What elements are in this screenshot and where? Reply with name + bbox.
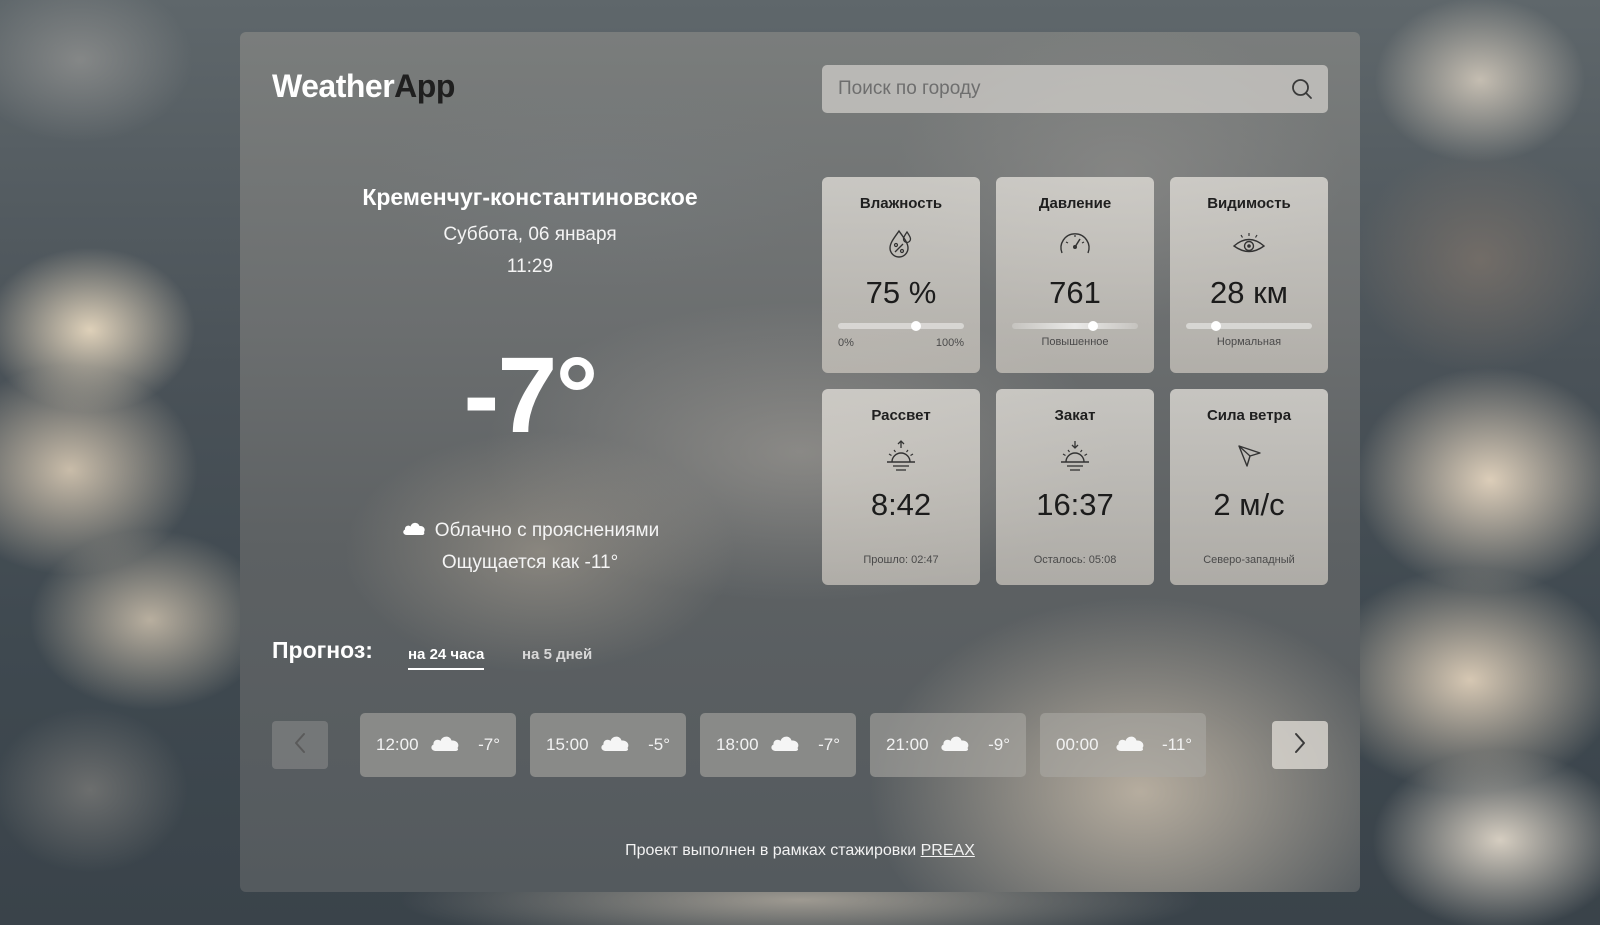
sunset-icon (996, 439, 1154, 473)
hour-card[interactable]: 00:00 -11° (1040, 713, 1206, 777)
humidity-max-label: 100% (935, 337, 964, 349)
logo-app: App (394, 68, 455, 104)
current-temperature: -7° (463, 334, 598, 455)
humidity-value: 75 % (865, 275, 937, 310)
current-date: Суббота, 06 января (443, 224, 617, 245)
app-logo[interactable]: WeatherApp (272, 68, 455, 105)
sunset-note: Осталось: 05:08 (1033, 554, 1117, 566)
wind-direction-icon (1170, 439, 1328, 473)
pressure-bar (1012, 321, 1138, 331)
eye-icon (1170, 227, 1328, 261)
feels-like: Ощущается как -11° (441, 552, 619, 573)
hour-time: 12:00 (376, 735, 419, 754)
cloud-icon (428, 733, 462, 758)
hour-time: 15:00 (546, 735, 589, 754)
condition-text: Облачно с прояснениями (434, 520, 660, 541)
gauge-icon (996, 227, 1154, 261)
hour-temp: -7° (478, 735, 500, 754)
cloud-icon (1113, 733, 1147, 758)
current-time: 11:29 (506, 256, 554, 277)
chevron-left-icon (293, 732, 307, 759)
humidity-icon (822, 227, 980, 261)
sunset-tile: Закат 16:37 Осталось: 05:08 (996, 389, 1154, 585)
tab-5-days[interactable]: на 5 дней (522, 646, 592, 663)
tile-title: Рассвет (871, 407, 931, 424)
wind-value: 2 м/с (1213, 487, 1285, 522)
city-name: Кременчуг-константиновское (362, 184, 698, 210)
visibility-knob (1211, 321, 1222, 331)
pressure-value: 761 (1049, 275, 1101, 310)
weather-card: WeatherApp Кременчуг-константиновское Су… (240, 32, 1360, 892)
sunrise-tile: Рассвет 8:42 Прошло: 02:47 (822, 389, 980, 585)
search-box (822, 65, 1328, 113)
forecast-title: Прогноз: (272, 637, 373, 663)
cloud-icon (598, 733, 632, 758)
search-input[interactable] (838, 78, 1290, 100)
hour-time: 21:00 (886, 735, 929, 754)
hour-temp: -11° (1162, 735, 1193, 754)
tab-24-hours[interactable]: на 24 часа (408, 646, 485, 670)
visibility-tile: Видимость 28 км Нормальная (1170, 177, 1328, 373)
search-icon[interactable] (1290, 77, 1314, 101)
cloud-icon (938, 733, 972, 758)
hour-time: 18:00 (716, 735, 759, 754)
wind-tile: Сила ветра 2 м/с Северо-западный (1170, 389, 1328, 585)
hour-time: 00:00 (1056, 735, 1099, 754)
footer-link[interactable]: PREAX (921, 842, 975, 859)
sunset-value: 16:37 (1036, 487, 1114, 522)
hour-temp: -9° (988, 735, 1010, 754)
humidity-tile: Влажность 75 % 0% 100% (822, 177, 980, 373)
next-button[interactable] (1272, 721, 1328, 769)
tile-title: Давление (1038, 195, 1112, 212)
hour-card[interactable]: 12:00 -7° (360, 713, 516, 777)
visibility-bar (1186, 321, 1312, 331)
prev-button[interactable] (272, 721, 328, 769)
humidity-min-label: 0% (838, 337, 854, 349)
visibility-note: Нормальная (1216, 336, 1282, 348)
cloud-icon (401, 520, 427, 542)
hour-temp: -5° (648, 735, 670, 754)
hour-temp: -7° (818, 735, 840, 754)
sunrise-icon (822, 439, 980, 473)
hour-card[interactable]: 15:00 -5° (530, 713, 686, 777)
sunrise-value: 8:42 (870, 487, 932, 522)
logo-weather: Weather (272, 68, 395, 104)
pressure-knob (1087, 321, 1098, 331)
sunrise-note: Прошло: 02:47 (863, 554, 939, 566)
cloud-icon (768, 733, 802, 758)
tile-title: Закат (1054, 407, 1096, 424)
footer-text: Проект выполнен в рамках стажировки (625, 842, 921, 859)
pressure-note: Повышенное (1041, 336, 1109, 348)
weather-condition: Облачно с прояснениями (290, 520, 770, 542)
visibility-value: 28 км (1210, 275, 1288, 310)
wind-note: Северо-западный (1203, 554, 1295, 566)
pressure-tile: Давление 761 Повышенное (996, 177, 1154, 373)
tile-title: Сила ветра (1206, 407, 1292, 424)
humidity-bar (838, 321, 964, 331)
tile-title: Видимость (1207, 195, 1291, 212)
humidity-knob (911, 321, 922, 331)
hour-card[interactable]: 21:00 -9° (870, 713, 1026, 777)
chevron-right-icon (1293, 732, 1307, 759)
hour-card[interactable]: 18:00 -7° (700, 713, 856, 777)
tile-title: Влажность (859, 195, 943, 212)
footer: Проект выполнен в рамках стажировки PREA… (240, 842, 1360, 860)
